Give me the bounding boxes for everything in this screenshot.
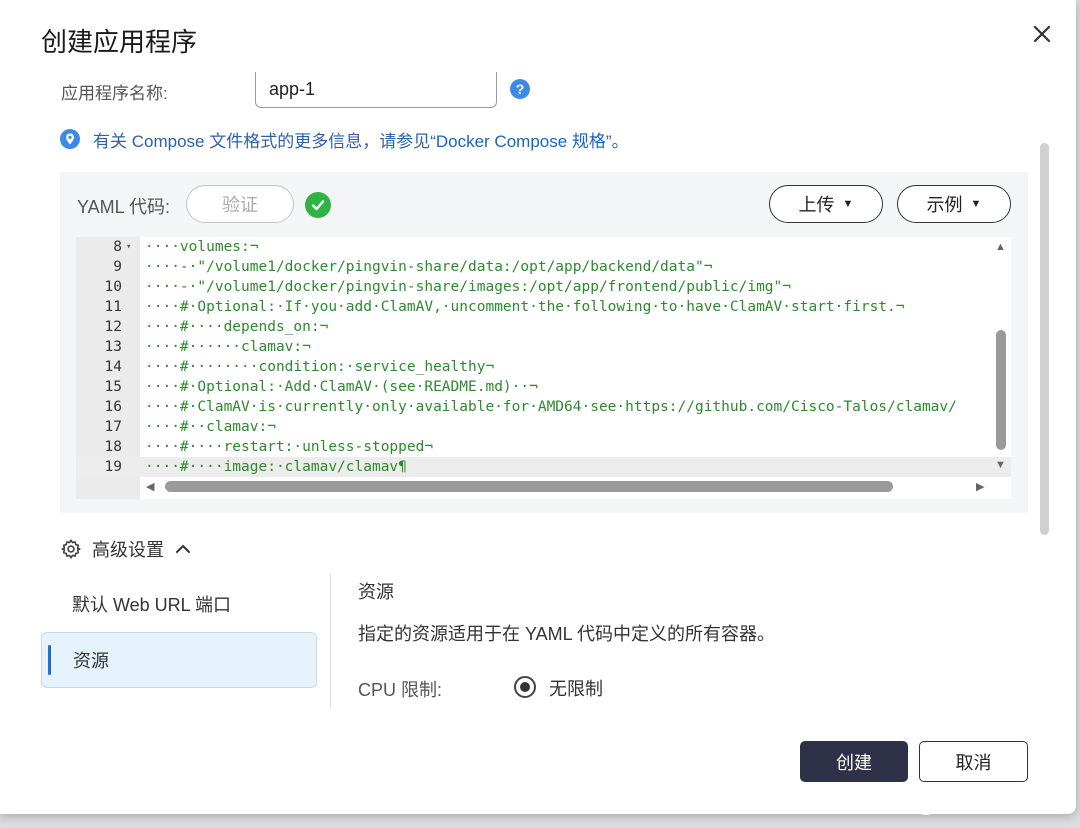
app-name-input[interactable]: [255, 72, 497, 108]
code-line: 18 ····#····restart:·unless-stopped¬: [76, 437, 1011, 457]
upload-button[interactable]: 上传 ▼: [769, 185, 883, 223]
code-line: 11 ····#·Optional:·If·you·add·ClamAV,·unc…: [76, 297, 1011, 317]
scroll-right-arrow-icon[interactable]: ▶: [976, 480, 984, 493]
code-text: ····#····image:·clamav/clamav¶: [145, 459, 407, 475]
close-button[interactable]: [1028, 20, 1056, 48]
code-text: ····#····depends_on:¬: [145, 319, 329, 335]
docker-compose-spec-link[interactable]: “Docker Compose 规格”: [430, 132, 611, 151]
line-number: 12: [104, 319, 122, 335]
vertical-scroll-thumb[interactable]: [996, 330, 1006, 450]
chevron-down-icon: ▼: [970, 198, 982, 210]
line-number: 8: [113, 239, 122, 255]
line-number: 9: [113, 259, 122, 275]
upload-label: 上传: [798, 195, 835, 215]
nav-item-label: 资源: [73, 651, 109, 671]
code-text: ····#··clamav:¬: [145, 419, 276, 435]
scroll-left-arrow-icon[interactable]: ◀: [146, 480, 154, 493]
watermark-badge-icon: 值: [913, 788, 939, 815]
line-number: 11: [104, 299, 122, 315]
example-label: 示例: [926, 195, 963, 215]
code-text: ····volumes:¬: [145, 239, 259, 255]
code-line: 9 ····-·"/volume1/docker/pingvin-share/da…: [76, 257, 1011, 277]
line-number: 14: [104, 359, 122, 375]
scroll-up-arrow-icon[interactable]: ▲: [995, 241, 1006, 253]
line-number: 18: [104, 439, 122, 455]
code-text: ····#········condition:·service_healthy¬: [145, 359, 495, 375]
create-button[interactable]: 创建: [800, 741, 908, 782]
yaml-label: YAML 代码:: [77, 197, 171, 217]
code-line: 14 ····#········condition:·service_health…: [76, 357, 1011, 377]
code-line: 13 ····#······clamav:¬: [76, 337, 1011, 357]
cpu-unlimited-label[interactable]: 无限制: [549, 675, 603, 701]
check-icon: [305, 192, 331, 218]
resources-description: 指定的资源适用于在 YAML 代码中定义的所有容器。: [358, 624, 776, 644]
location-info-icon: [60, 129, 80, 149]
watermark-text: 什么值得买: [945, 793, 1045, 815]
advanced-settings-label: 高级设置: [92, 540, 164, 560]
resources-title: 资源: [358, 582, 394, 602]
code-line: 12 ····#····depends_on:¬: [76, 317, 1011, 337]
chevron-down-icon: ▼: [842, 198, 854, 210]
nav-item-label: 默认 Web URL 端口: [72, 595, 232, 615]
help-icon[interactable]: ?: [510, 79, 530, 99]
example-button[interactable]: 示例 ▼: [897, 185, 1011, 223]
code-text: ····#······clamav:¬: [145, 339, 311, 355]
code-text: ····#····restart:·unless-stopped¬: [145, 439, 434, 455]
cpu-unlimited-radio[interactable]: [514, 676, 536, 698]
compose-info-text: 有关 Compose 文件格式的更多信息，请参见: [93, 132, 431, 151]
code-text: ····-·"/volume1/docker/pingvin-share/ima…: [145, 279, 792, 295]
active-code-line: 19 ····#····image:·clamav/clamav¶: [76, 457, 1011, 477]
nav-item-resources[interactable]: 资源: [41, 632, 317, 688]
line-number: 10: [104, 279, 122, 295]
line-number: 13: [104, 339, 122, 355]
code-line: 10 ····-·"/volume1/docker/pingvin-share/i…: [76, 277, 1011, 297]
code-line: 16 ····#·ClamAV·is·currently·only·availab…: [76, 397, 1011, 417]
dialog-scrollbar[interactable]: [1040, 143, 1049, 535]
compose-info: 有关 Compose 文件格式的更多信息，请参见“Docker Compose …: [93, 127, 629, 152]
code-text: ····#·Optional:·Add·ClamAV·(see·README.m…: [145, 379, 538, 395]
line-number: 19: [104, 459, 122, 475]
scroll-down-arrow-icon[interactable]: ▼: [995, 459, 1006, 471]
advanced-settings-toggle[interactable]: 高级设置: [60, 536, 192, 562]
code-line: 8 ▾ ····volumes:¬: [76, 237, 1011, 257]
horizontal-scroll-thumb[interactable]: [165, 481, 893, 492]
yaml-code-editor[interactable]: 8 ▾ ····volumes:¬ 9 ····-·"/volume1/docker/…: [76, 237, 1011, 499]
code-text: ····#·ClamAV·is·currently·only·available…: [145, 399, 957, 415]
dialog-title: 创建应用程序: [41, 27, 198, 57]
yaml-panel: YAML 代码: 验证 上传 ▼ 示例 ▼ 8 ▾ ····volumes:¬ 9 ···…: [60, 172, 1028, 513]
line-number: 16: [104, 399, 122, 415]
create-app-dialog: 创建应用程序 应用程序名称: ? 有关 Compose 文件格式的更多信息，请参…: [0, 0, 1076, 814]
code-line: 15 ····#·Optional:·Add·ClamAV·(see·README…: [76, 377, 1011, 397]
nav-item-web-url-port[interactable]: 默认 Web URL 端口: [41, 576, 317, 632]
chevron-up-icon: [176, 545, 190, 553]
app-name-label: 应用程序名称:: [61, 84, 168, 103]
code-line: 17 ····#··clamav:¬: [76, 417, 1011, 437]
line-number: 17: [104, 419, 122, 435]
verify-button[interactable]: 验证: [186, 185, 294, 223]
code-text: ····-·"/volume1/docker/pingvin-share/dat…: [145, 259, 713, 275]
line-number: 15: [104, 379, 122, 395]
close-icon: [1033, 25, 1051, 43]
watermark: 值 什么值得买: [913, 787, 1045, 816]
compose-info-end: 。: [611, 132, 629, 151]
section-divider: [330, 574, 331, 709]
fold-arrow-icon[interactable]: ▾: [126, 237, 131, 257]
cancel-button[interactable]: 取消: [919, 741, 1028, 782]
gear-icon: [61, 539, 81, 559]
code-text: ····#·Optional:·If·you·add·ClamAV,·uncom…: [145, 299, 905, 315]
cpu-limit-label: CPU 限制:: [358, 680, 443, 700]
